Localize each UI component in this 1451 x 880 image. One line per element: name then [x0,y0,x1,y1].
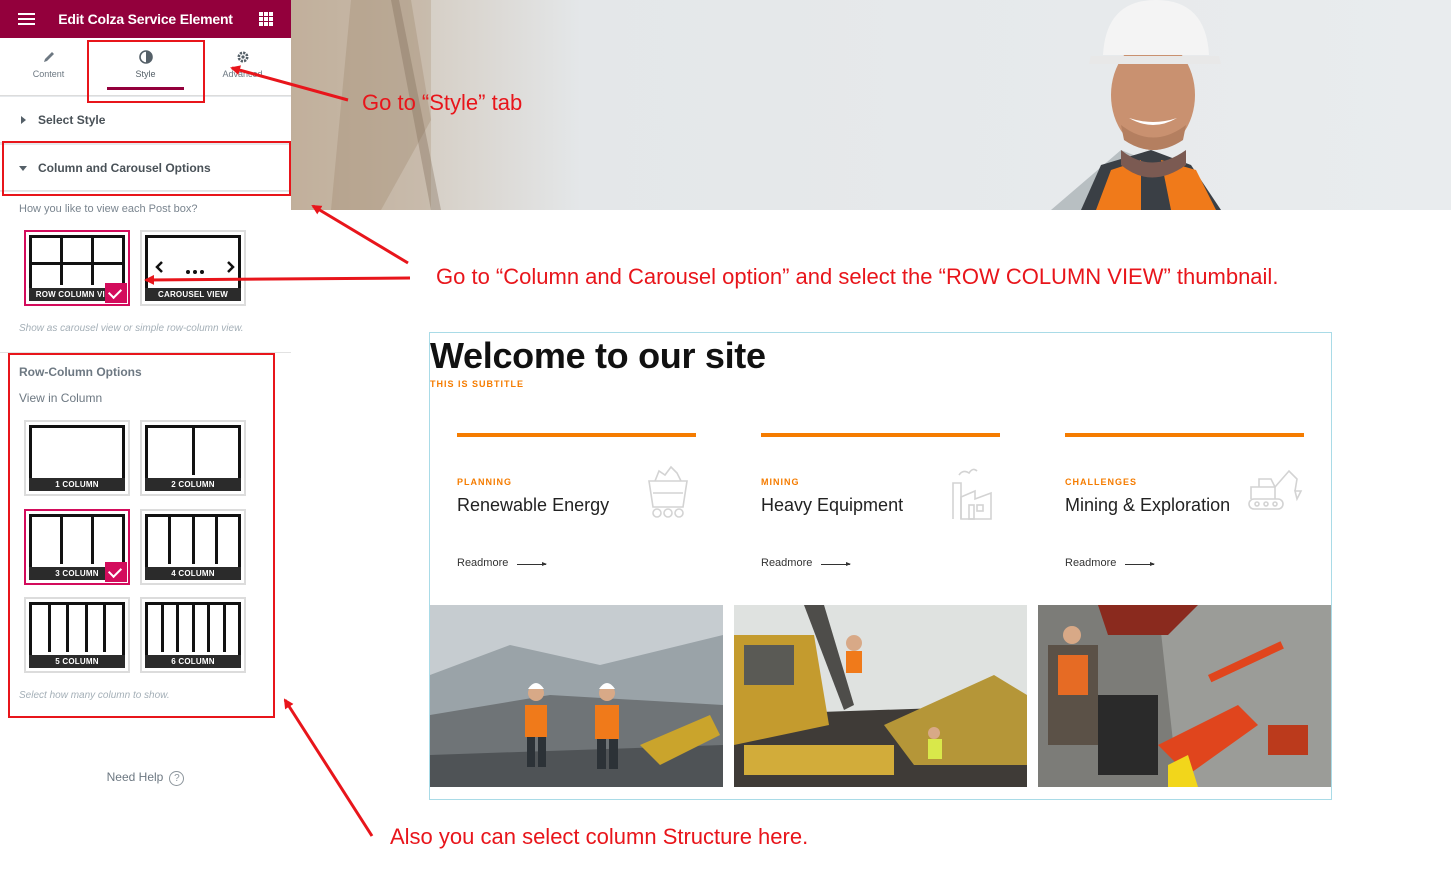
annotation-column-option: Go to “Column and Carousel option” and s… [436,264,1279,289]
annotation-column-structure: Also you can select column Structure her… [390,824,809,849]
annotation-arrows [144,65,411,837]
annotation-style-tab: Go to “Style” tab [362,90,523,115]
